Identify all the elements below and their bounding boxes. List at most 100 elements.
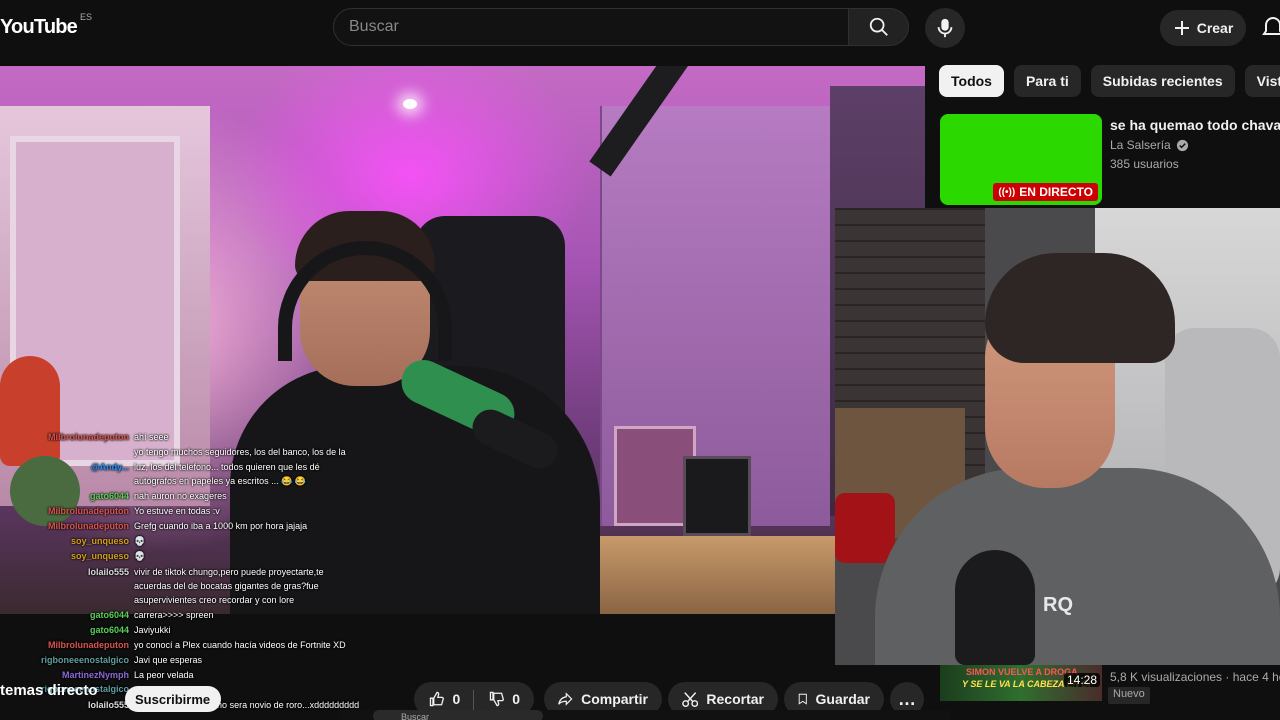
search-box[interactable] xyxy=(333,8,849,46)
live-chat-overlay: Milbrolunadeputon ahí seee yo tengo muchos… xyxy=(0,432,370,720)
scissors-icon xyxy=(682,692,699,708)
sidebar-filter-chips: Todos Para ti Subidas recientes Visto xyxy=(939,65,1280,99)
chat-message-text: 💀 xyxy=(134,551,146,561)
chat-username[interactable]: soy_unqueso xyxy=(71,551,129,562)
notifications-button[interactable] xyxy=(1262,16,1280,45)
save-label: Guardar xyxy=(815,691,870,707)
chat-username[interactable]: @Andy... xyxy=(91,462,129,473)
chat-username[interactable]: lolailo555 xyxy=(88,567,129,578)
thumbs-down-icon[interactable] xyxy=(488,689,504,709)
chat-message-text: La peor velada xyxy=(134,670,194,680)
dislike-count: 0 xyxy=(512,691,521,707)
like-count: 0 xyxy=(452,691,461,707)
live-channel-name: La Salsería xyxy=(1110,138,1171,152)
live-video-channel[interactable]: La Salsería xyxy=(1110,138,1189,152)
shirt-logo: RQ xyxy=(1043,594,1073,616)
chat-username[interactable]: Milbrolunadeputon xyxy=(48,640,129,651)
region-label: ES xyxy=(79,12,92,22)
chat-message: gato6044 carrera>>>> spreen xyxy=(0,610,370,622)
reaction-cam-overlay: RQ xyxy=(835,208,1280,665)
create-label: Crear xyxy=(1196,20,1234,36)
chat-message: gato6044 nah auron no exageres xyxy=(0,491,370,503)
chat-message-text: asupervivientes creo recordar y con lore xyxy=(134,595,295,605)
reactor-hair xyxy=(985,253,1175,363)
chat-message-text: ahí seee xyxy=(134,432,169,442)
chat-message: Milbrolunadeputon Grefg cuando iba a 1000… xyxy=(0,521,370,533)
channel-name[interactable]: temas directo xyxy=(0,682,98,699)
share-label: Compartir xyxy=(581,691,648,707)
live-video-title[interactable]: se ha quemao todo chavales xyxy=(1110,117,1280,133)
chat-message-text: luz, los del telefono... todos quieren q… xyxy=(134,462,320,472)
new-badge: Nuevo xyxy=(1108,687,1150,704)
chat-message: MartinezNymph La peor velada xyxy=(0,670,370,682)
chat-username[interactable]: MartinezNymph xyxy=(62,670,129,681)
chat-message: lolailo555 vivir de tiktok chungo,pero pu… xyxy=(0,567,370,579)
chat-message: Milbrolunadeputon yo conocí a Plex cuando… xyxy=(0,640,370,652)
voice-search-button[interactable] xyxy=(925,8,965,48)
youtube-logo[interactable]: YouTube ES xyxy=(0,12,92,39)
plus-icon xyxy=(1174,21,1189,35)
verified-icon xyxy=(1176,139,1188,151)
chat-message-text: nah auron no exageres xyxy=(134,491,227,501)
chat-message-text: Javiyukki xyxy=(134,625,171,635)
chat-message-text: 💀 xyxy=(134,536,146,546)
chat-message: acuerdas del de bocatas gigantes de gras… xyxy=(0,581,370,593)
subscribe-button[interactable]: Suscribirme xyxy=(125,686,221,712)
chat-username[interactable]: gato6044 xyxy=(90,610,129,621)
chat-message-text: yo conocí a Plex cuando hacía videos de … xyxy=(134,640,346,650)
live-broadcast-icon: ((•)) xyxy=(998,186,1016,198)
logo-text: YouTube xyxy=(0,16,78,38)
thumbs-up-icon[interactable] xyxy=(428,689,444,709)
chat-message: yo tengo muchos seguidores, los del banc… xyxy=(0,447,370,459)
like-divider xyxy=(473,690,474,710)
reactor-body xyxy=(875,468,1280,665)
chat-message-text: Yo estuve en todas :v xyxy=(134,506,220,516)
chat-username[interactable]: soy_unqueso xyxy=(71,536,129,547)
chat-username[interactable]: rigboneeenostalgico xyxy=(41,655,129,666)
chat-username[interactable]: Milbrolunadeputon xyxy=(48,506,129,517)
chat-message: soy_unqueso 💀 xyxy=(0,551,370,563)
chat-username[interactable]: Milbrolunadeputon xyxy=(48,432,129,443)
taskbar-search[interactable]: Buscar xyxy=(373,710,543,720)
chat-message: gato6044 Javiyukki xyxy=(0,625,370,637)
chat-message: rigboneeenostalgico Javi que esperas xyxy=(0,655,370,667)
share-icon xyxy=(558,692,573,706)
top-bar: YouTube ES Crear xyxy=(0,0,1280,56)
thumbnail-caption-1: SIMON VUELVE A DROGA xyxy=(966,667,1078,677)
chip-todos[interactable]: Todos xyxy=(939,65,1004,97)
chat-message-text: Grefg cuando iba a 1000 km por hora jaja… xyxy=(134,521,308,531)
microphone-icon xyxy=(937,18,953,38)
ceiling-light xyxy=(403,99,417,109)
chat-message-text: carrera>>>> spreen xyxy=(134,610,214,620)
chat-message: @Andy... luz, los del telefono... todos q… xyxy=(0,462,370,474)
live-badge: ((•)) EN DIRECTO xyxy=(993,183,1098,201)
chat-username[interactable]: gato6044 xyxy=(90,491,129,502)
live-viewer-count: 385 usuarios xyxy=(1110,157,1179,171)
chat-username[interactable]: Milbrolunadeputon xyxy=(48,521,129,532)
live-video-thumbnail[interactable]: ((•)) EN DIRECTO xyxy=(940,114,1102,205)
chat-message: asupervivientes creo recordar y con lore xyxy=(0,595,370,607)
reactor-microphone xyxy=(955,550,1035,665)
wall-frame xyxy=(683,456,751,536)
red-lamp xyxy=(835,493,895,563)
live-badge-label: EN DIRECTO xyxy=(1019,185,1093,199)
chat-message-text: acuerdas del de bocatas gigantes de gras… xyxy=(134,581,319,591)
chip-subidas-recientes[interactable]: Subidas recientes xyxy=(1090,65,1235,97)
search-icon xyxy=(869,17,888,36)
chat-message-text: Javi que esperas xyxy=(134,655,203,665)
chat-username[interactable]: gato6044 xyxy=(90,625,129,636)
chip-visto[interactable]: Visto xyxy=(1244,65,1280,97)
bell-icon xyxy=(1262,16,1280,35)
clip-label: Recortar xyxy=(706,691,764,707)
search-button[interactable] xyxy=(849,8,909,46)
video-thumbnail[interactable]: SIMON VUELVE A DROGA Y SE LE VA LA CABEZ… xyxy=(940,665,1102,701)
chat-username[interactable]: lolailo555 xyxy=(88,700,129,711)
video-duration: 14:28 xyxy=(1063,673,1100,687)
video-meta: 5,8 K visualizaciones · hace 4 hor xyxy=(1110,670,1280,684)
chip-para-ti[interactable]: Para ti xyxy=(1013,65,1081,97)
create-button[interactable]: Crear xyxy=(1160,10,1246,46)
bookmark-icon xyxy=(798,693,807,705)
chat-message: Milbrolunadeputon ahí seee xyxy=(0,432,370,444)
more-icon: … xyxy=(898,689,916,709)
search-input[interactable] xyxy=(349,18,848,36)
